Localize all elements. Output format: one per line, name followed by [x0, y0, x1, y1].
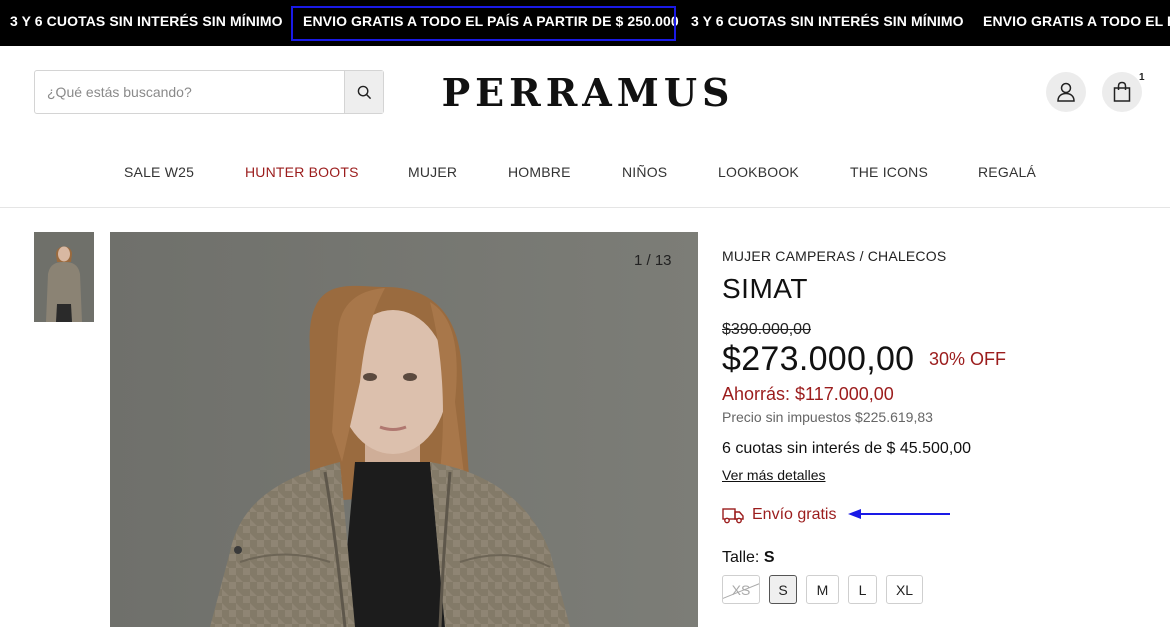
nav-item-ninos[interactable]: NIÑOS [622, 164, 667, 180]
user-icon [1057, 82, 1075, 102]
product-breadcrumb[interactable]: MUJER CAMPERAS / CHALECOS [722, 248, 946, 264]
price-without-tax: Precio sin impuestos $225.619,83 [722, 409, 933, 425]
size-option-label: M [816, 581, 829, 598]
nav-item-hombre[interactable]: HOMBRE [508, 164, 571, 180]
product-thumbnail[interactable] [34, 232, 94, 322]
brand-logo[interactable]: PERRAMUS [440, 70, 736, 115]
search-input[interactable] [35, 71, 345, 113]
cart-count-badge: 1 [1139, 72, 1145, 83]
free-shipping-text: Envío gratis [752, 506, 837, 523]
size-option-xs[interactable]: XS [722, 575, 760, 604]
savings-text: Ahorrás: $117.000,00 [722, 384, 894, 404]
size-option-l[interactable]: L [848, 575, 877, 604]
product-title: SIMAT [722, 273, 808, 304]
selected-size-value: S [763, 549, 775, 566]
size-option-m[interactable]: M [806, 575, 839, 604]
search-box [34, 70, 384, 114]
product-main-image[interactable] [110, 232, 698, 627]
image-counter: 1 / 13 [634, 252, 672, 269]
current-price: $273.000,00 [722, 340, 915, 378]
nav-item-hunter-boots[interactable]: HUNTER BOOTS [245, 164, 359, 180]
free-shipping-row: Envío gratis [722, 506, 836, 524]
nav-item-mujer[interactable]: MUJER [408, 164, 457, 180]
thumbnail-image [34, 232, 94, 322]
product-photo [110, 232, 698, 627]
announcement-message: 3 Y 6 CUOTAS SIN INTERÉS SIN MÍNIMO [10, 13, 283, 29]
size-option-xl[interactable]: XL [886, 575, 923, 604]
nav-item-the-icons[interactable]: THE ICONS [850, 164, 928, 180]
account-button[interactable] [1046, 72, 1086, 112]
installments-text: 6 cuotas sin interés de $ 45.500,00 [722, 440, 972, 457]
cart-button[interactable] [1102, 72, 1142, 112]
view-details-link[interactable]: Ver más detalles [722, 467, 826, 483]
announcement-bar: 3 Y 6 CUOTAS SIN INTERÉS SIN MÍNIMO ENVI… [0, 0, 1170, 46]
old-price: $390.000,00 [722, 321, 811, 338]
search-icon [357, 85, 371, 99]
annotation-arrow-icon [848, 509, 950, 519]
size-option-label: XL [895, 581, 914, 598]
announcement-message: 3 Y 6 CUOTAS SIN INTERÉS SIN MÍNIMO [691, 13, 964, 29]
discount-badge: 30% OFF [929, 349, 1007, 369]
size-option-label: L [858, 581, 867, 598]
shopping-bag-icon [1113, 81, 1131, 102]
main-nav: SALE W25 HUNTER BOOTS MUJER HOMBRE NIÑOS… [0, 158, 1170, 186]
size-label: Talle: S [722, 549, 774, 567]
size-option-label: S [778, 581, 788, 598]
header-divider [0, 207, 1170, 208]
nav-item-sale[interactable]: SALE W25 [124, 164, 194, 180]
nav-item-regala[interactable]: REGALÁ [978, 164, 1036, 180]
truck-icon [722, 508, 744, 524]
search-button[interactable] [344, 71, 383, 113]
highlight-box [291, 6, 676, 41]
nav-item-lookbook[interactable]: LOOKBOOK [718, 164, 799, 180]
announcement-message: ENVIO GRATIS A TODO EL PAÍS A PARTIR DE … [983, 13, 1170, 29]
size-option-s[interactable]: S [769, 575, 797, 604]
size-label-text: Talle: [722, 549, 760, 566]
